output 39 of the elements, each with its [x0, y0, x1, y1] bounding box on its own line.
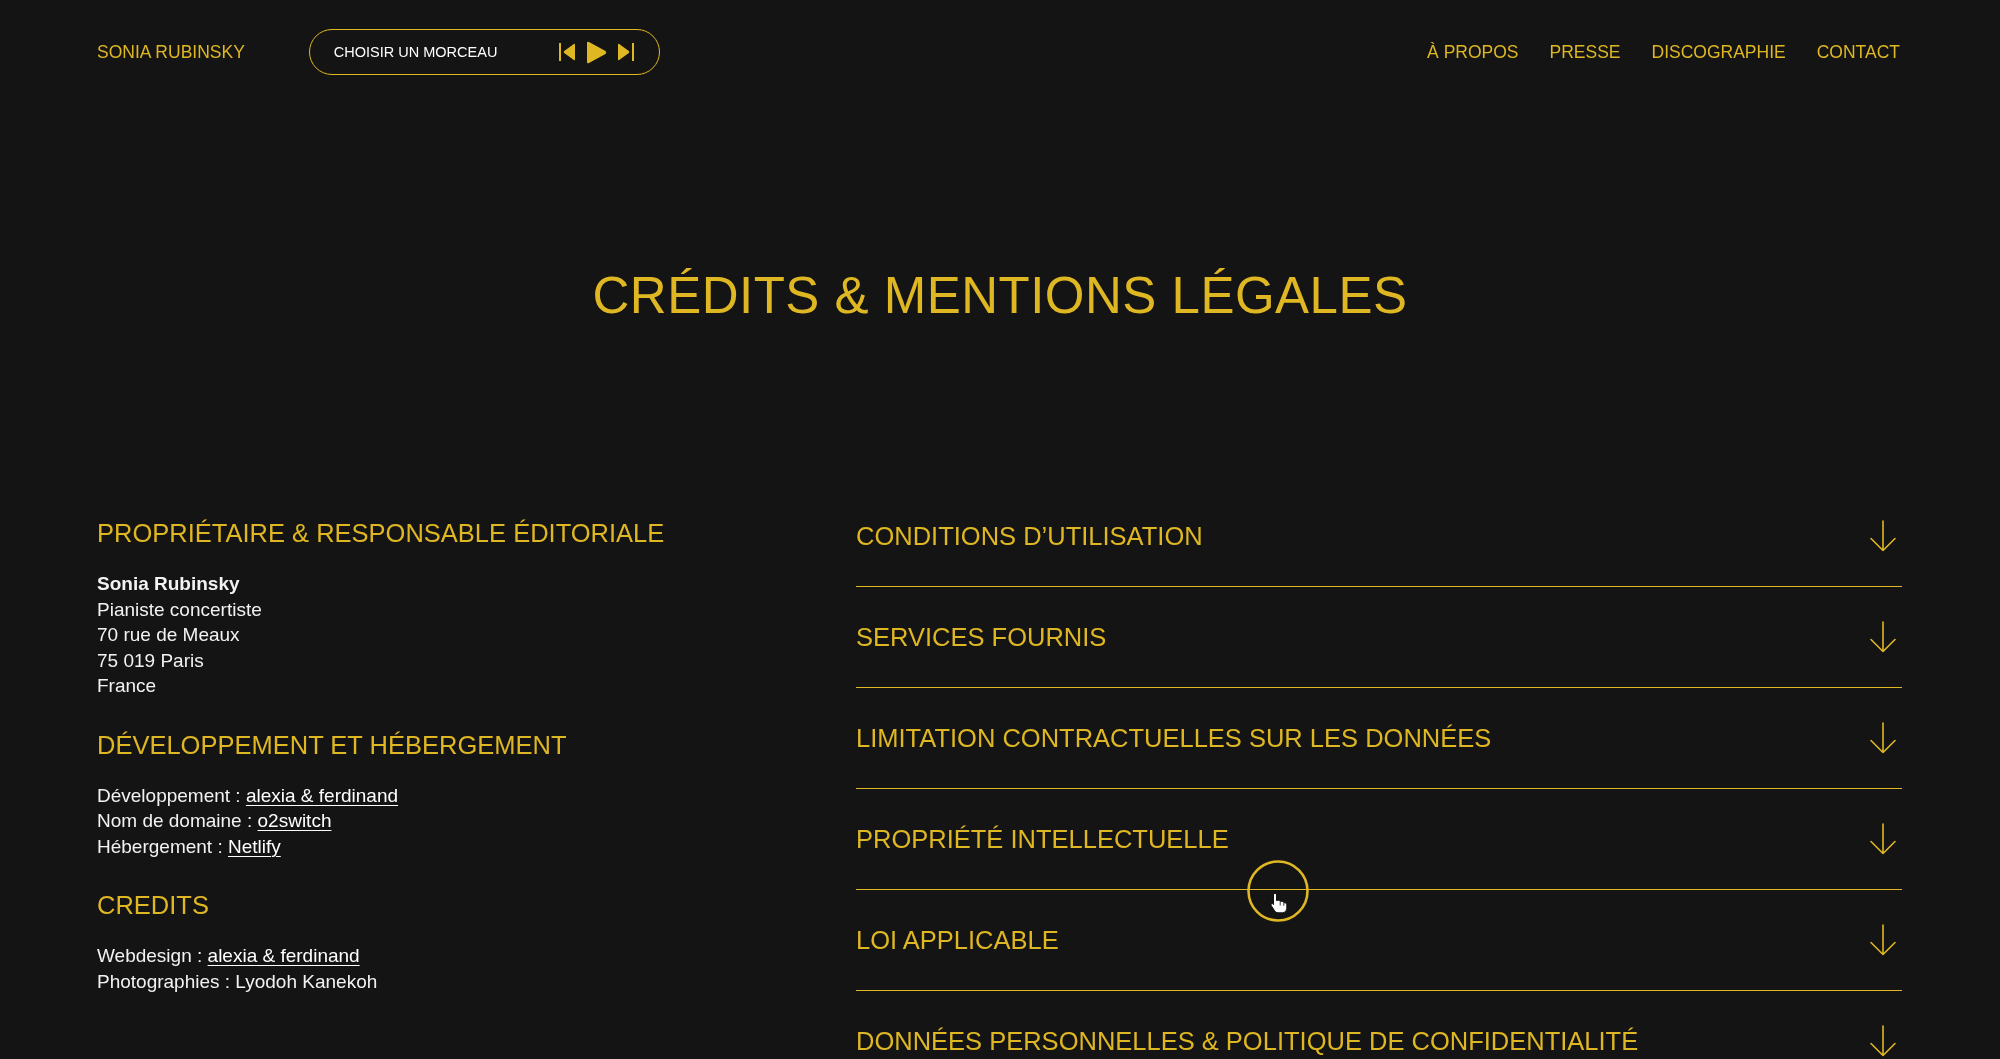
previous-track-icon[interactable]: [558, 43, 576, 61]
accordion-title[interactable]: CONDITIONS D’UTILISATION: [856, 521, 1203, 551]
accordion-title[interactable]: LOI APPLICABLE: [856, 925, 1059, 955]
accordion-title[interactable]: SERVICES FOURNIS: [856, 622, 1107, 652]
arrow-down-icon[interactable]: [1868, 520, 1898, 552]
nav-link[interactable]: À PROPOS: [1427, 41, 1519, 63]
arrow-down-icon[interactable]: [1868, 621, 1898, 653]
page-title: CRÉDITS & MENTIONS LÉGALES: [592, 268, 1408, 323]
arrow-down-icon[interactable]: [1868, 924, 1898, 956]
nav-link[interactable]: PRESSE: [1549, 41, 1621, 63]
info-line: 75 019 Paris: [97, 648, 204, 673]
credit-line: Webdesign : alexia & ferdinand: [97, 944, 360, 968]
nav-link[interactable]: CONTACT: [1816, 41, 1900, 63]
arrow-down-icon[interactable]: [1868, 1025, 1898, 1057]
section-heading: PROPRIÉTAIRE & RESPONSABLE ÉDITORIALE: [97, 518, 665, 548]
site-logo[interactable]: SONIA RUBINSKY: [97, 41, 245, 63]
credit-link[interactable]: alexia & ferdinand: [207, 945, 360, 966]
arrow-down-icon[interactable]: [1868, 722, 1898, 754]
track-select-button[interactable]: CHOISIR UN MORCEAU: [333, 44, 498, 60]
arrow-down-icon[interactable]: [1868, 823, 1898, 855]
credit-line: Nom de domaine : o2switch: [97, 809, 332, 833]
section-heading: CREDITS: [97, 890, 209, 920]
credit-line: Hébergement : Netlify: [97, 834, 281, 859]
next-track-icon[interactable]: [616, 43, 634, 61]
info-line: Pianiste concertiste: [97, 597, 262, 622]
accordion-title[interactable]: DONNÉES PERSONNELLES & POLITIQUE DE CONFIDENTIALITÉ: [856, 1026, 1639, 1056]
owner-name: Sonia Rubinsky: [97, 572, 240, 596]
info-line: Photographies : Lyodoh Kanekoh: [97, 969, 378, 994]
accordion-title[interactable]: LIMITATION CONTRACTUELLES SUR LES DONNÉES: [856, 723, 1492, 753]
nav-link[interactable]: DISCOGRAPHIE: [1651, 41, 1786, 63]
credit-link[interactable]: o2switch: [257, 810, 332, 831]
section-heading: DÉVELOPPEMENT ET HÉBERGEMENT: [97, 729, 567, 760]
info-line: 70 rue de Meaux: [97, 623, 240, 647]
info-line: France: [97, 674, 157, 698]
credit-link[interactable]: alexia & ferdinand: [245, 784, 399, 806]
credit-link[interactable]: Netlify: [227, 835, 281, 857]
credit-line: Développement : alexia & ferdinand: [97, 783, 399, 808]
play-icon[interactable]: [585, 40, 607, 64]
accordion-title[interactable]: PROPRIÉTÉ INTELLECTUELLE: [856, 824, 1229, 854]
